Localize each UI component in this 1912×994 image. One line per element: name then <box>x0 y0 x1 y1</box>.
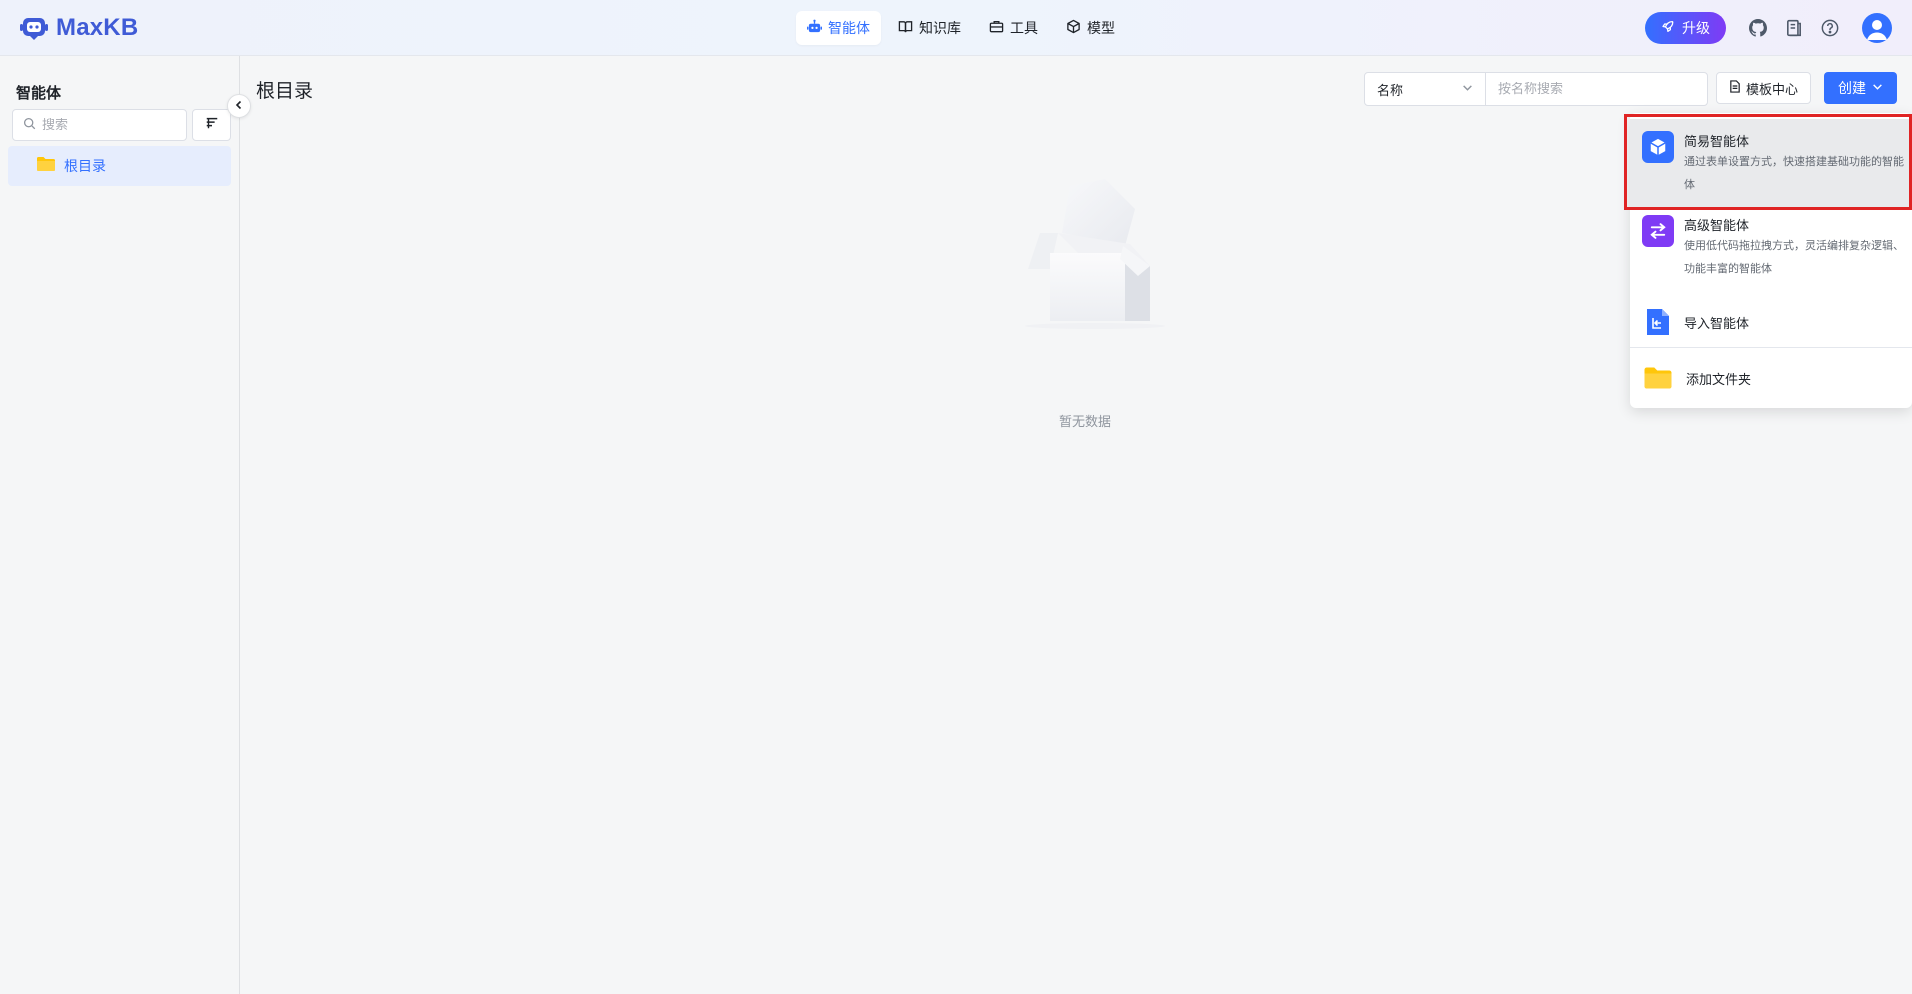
filter-field-value: 名称 <box>1377 83 1404 99</box>
tree-item-label: 根目录 <box>64 159 106 175</box>
menu-item-add-folder[interactable]: 添加文件夹 <box>1630 353 1912 403</box>
nav-tab-knowledge[interactable]: 知识库 <box>887 11 972 45</box>
sidebar-title: 智能体 <box>16 84 62 102</box>
nav-tab-models[interactable]: 模型 <box>1055 11 1126 45</box>
template-doc-icon <box>1729 79 1741 97</box>
logo-text: MaxKB <box>56 14 139 41</box>
upgrade-label: 升级 <box>1682 21 1710 37</box>
nav-tab-agents[interactable]: 智能体 <box>796 11 881 45</box>
import-file-icon <box>1642 306 1674 338</box>
folder-icon <box>36 156 56 176</box>
create-label: 创建 <box>1838 81 1866 97</box>
sort-button[interactable] <box>192 109 231 141</box>
rocket-icon <box>1661 20 1674 37</box>
nav-tab-label: 模型 <box>1087 21 1115 37</box>
book-open-icon <box>898 19 913 38</box>
document-book-icon[interactable] <box>1784 18 1804 38</box>
nav-tab-label: 智能体 <box>828 21 870 37</box>
empty-state: 暂无数据 <box>1000 171 1170 430</box>
create-button[interactable]: 创建 <box>1824 72 1897 104</box>
menu-item-title: 添加文件夹 <box>1686 372 1752 388</box>
empty-box-illustration <box>1000 179 1170 335</box>
filter-field-select[interactable]: 名称 <box>1365 73 1486 105</box>
nav-tab-label: 工具 <box>1010 21 1038 37</box>
cube-icon <box>1066 19 1081 38</box>
menu-item-import-agent[interactable]: 导入智能体 <box>1630 299 1912 345</box>
logo[interactable]: MaxKB <box>20 14 138 42</box>
menu-item-title: 高级智能体 <box>1684 219 1750 234</box>
template-center-button[interactable]: 模板中心 <box>1716 72 1812 104</box>
sort-icon <box>205 116 219 134</box>
workflow-icon <box>1642 215 1674 247</box>
menu-item-title: 导入智能体 <box>1684 316 1750 332</box>
help-icon[interactable] <box>1820 18 1840 38</box>
top-header: MaxKB 智能体 知识库 工具 模型 升级 <box>0 0 1912 56</box>
sidebar-search <box>12 109 187 141</box>
chevron-down-icon <box>1462 82 1473 97</box>
highlight-annotation <box>1624 114 1912 210</box>
sidebar: 智能体 根目录 <box>0 56 240 994</box>
upgrade-button[interactable]: 升级 <box>1645 12 1726 44</box>
menu-item-desc: 使用低代码拖拉拽方式，灵活编排复杂逻辑、功能丰富的智能体 <box>1684 239 1904 275</box>
user-avatar[interactable] <box>1862 13 1892 43</box>
nav-tab-label: 知识库 <box>919 21 961 37</box>
maxkb-logo-icon <box>20 15 48 41</box>
search-filter: 名称 <box>1364 72 1708 106</box>
nav-tab-tools[interactable]: 工具 <box>978 11 1049 45</box>
sidebar-search-input[interactable] <box>42 117 172 133</box>
robot-icon <box>807 19 822 38</box>
template-center-label: 模板中心 <box>1746 82 1799 98</box>
empty-text: 暂无数据 <box>1058 415 1111 430</box>
chevron-down-icon <box>1872 80 1883 96</box>
name-search-input[interactable] <box>1498 81 1678 97</box>
search-icon <box>23 117 36 134</box>
header-actions: 升级 <box>1645 12 1892 44</box>
menu-divider <box>1630 347 1912 348</box>
folder-icon <box>1642 362 1674 394</box>
menu-item-advanced-agent[interactable]: 高级智能体 使用低代码拖拉拽方式，灵活编排复杂逻辑、功能丰富的智能体 <box>1630 215 1912 297</box>
github-icon[interactable] <box>1748 18 1768 38</box>
tree-item-root[interactable]: 根目录 <box>8 146 231 186</box>
toolbox-icon <box>989 19 1004 38</box>
page-title: 根目录 <box>256 80 314 102</box>
top-nav: 智能体 知识库 工具 模型 <box>796 11 1126 45</box>
